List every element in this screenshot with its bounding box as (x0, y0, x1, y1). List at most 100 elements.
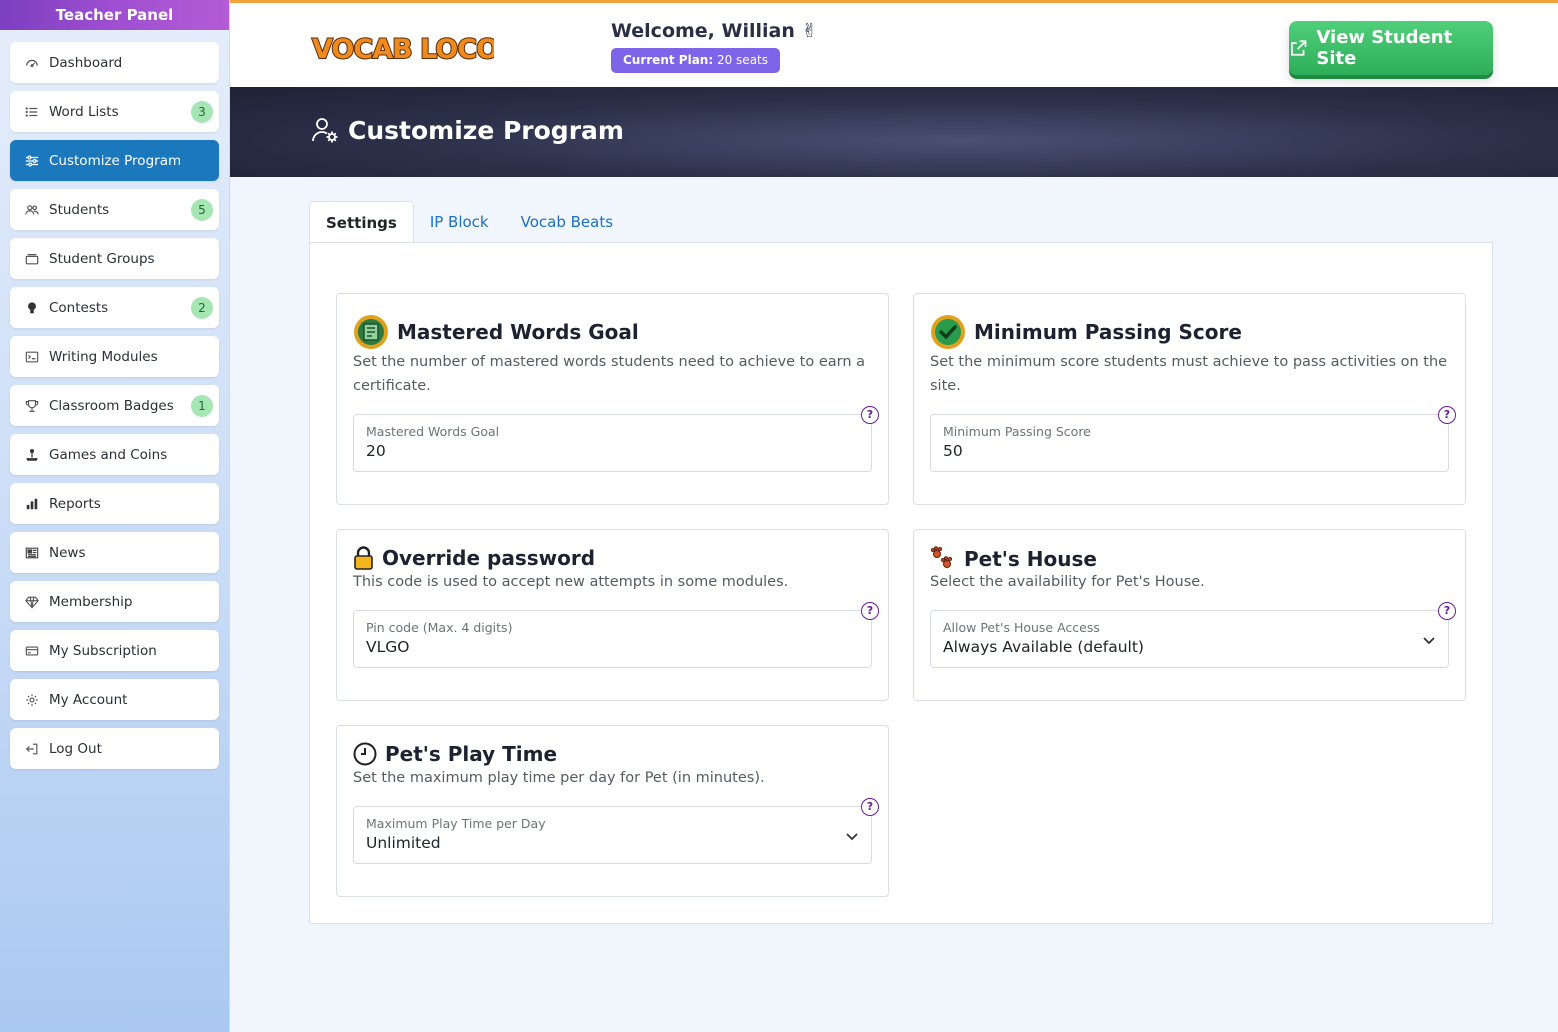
max-play-time-select[interactable]: Maximum Play Time per Day Unlimited ? (353, 798, 879, 864)
sidebar-item-student-groups[interactable]: Student Groups (10, 238, 219, 279)
count-badge: 2 (191, 297, 213, 319)
field-value: VLGO (366, 638, 410, 656)
field-value: Unlimited (366, 834, 441, 852)
sidebar-item-label: My Subscription (49, 642, 157, 659)
plan-value: 20 seats (716, 53, 768, 67)
vocab-loco-logo[interactable]: VOCAB LOCO (310, 29, 500, 66)
list-icon (24, 104, 40, 120)
medal-icon (24, 300, 40, 316)
sidebar-item-label: Student Groups (49, 250, 155, 267)
sidebar-item-classroom-badges[interactable]: Classroom Badges 1 (10, 385, 219, 426)
card-title-text: Override password (382, 546, 596, 570)
page-title-text: Customize Program (348, 115, 624, 145)
sidebar-item-reports[interactable]: Reports (10, 483, 219, 524)
page-title: Customize Program (310, 115, 624, 145)
pin-code-input[interactable]: Pin code (Max. 4 digits) VLGO ? (353, 602, 879, 668)
tab-vocab-beats[interactable]: Vocab Beats (505, 201, 629, 243)
clock-icon (353, 742, 377, 766)
plan-label: Current Plan: (623, 53, 714, 67)
paw-prints-icon (930, 546, 956, 572)
field-label: Pin code (Max. 4 digits) (366, 620, 513, 635)
pets-house-card: Pet's House Select the availability for … (913, 529, 1466, 701)
sidebar: Teacher Panel Dashboard Word Lists 3 Cus… (0, 0, 230, 1032)
help-icon[interactable]: ? (861, 798, 879, 816)
external-link-icon (1291, 40, 1307, 56)
sidebar-item-dashboard[interactable]: Dashboard (10, 42, 219, 83)
override-password-card: Override password This code is used to a… (336, 529, 889, 701)
sidebar-item-label: Classroom Badges (49, 397, 174, 414)
card-description: Set the maximum play time per day for Pe… (353, 770, 765, 786)
sidebar-item-word-lists[interactable]: Word Lists 3 (10, 91, 219, 132)
sidebar-item-my-subscription[interactable]: My Subscription (10, 630, 219, 671)
sidebar-title: Teacher Panel (0, 0, 229, 30)
help-icon[interactable]: ? (1438, 602, 1456, 620)
current-plan-badge: Current Plan: 20 seats (611, 48, 780, 73)
sidebar-item-my-account[interactable]: My Account (10, 679, 219, 720)
sidebar-item-label: My Account (49, 691, 128, 708)
sidebar-item-label: Dashboard (49, 54, 123, 71)
pets-play-time-card: Pet's Play Time Set the maximum play tim… (336, 725, 889, 897)
chevron-down-icon (1423, 637, 1435, 645)
sidebar-item-students[interactable]: Students 5 (10, 189, 219, 230)
top-bar: VOCAB LOCO Welcome, Willian ✌ Current Pl… (230, 0, 1558, 87)
trophy-icon (24, 398, 40, 414)
tab-ip-block[interactable]: IP Block (414, 201, 505, 243)
pets-house-access-select[interactable]: Allow Pet's House Access Always Availabl… (930, 602, 1456, 668)
dashboard-icon (24, 55, 40, 71)
sidebar-item-contests[interactable]: Contests 2 (10, 287, 219, 328)
sidebar-item-label: Contests (49, 299, 109, 316)
field-label: Allow Pet's House Access (943, 620, 1100, 635)
terminal-icon (24, 349, 40, 365)
view-student-site-button[interactable]: View Student Site (1289, 21, 1493, 75)
count-badge: 3 (191, 101, 213, 123)
sidebar-item-writing-modules[interactable]: Writing Modules (10, 336, 219, 377)
field-value: 50 (943, 442, 963, 460)
card-description: Set the number of mastered words student… (353, 354, 866, 394)
sidebar-item-label: Games and Coins (49, 446, 168, 463)
sidebar-item-games-and-coins[interactable]: Games and Coins (10, 434, 219, 475)
newspaper-icon (24, 545, 40, 561)
card-description: Select the availability for Pet's House. (930, 574, 1205, 590)
logo-text: VOCAB LOCO (312, 34, 494, 65)
users-icon (24, 202, 40, 218)
card-title-text: Pet's Play Time (385, 742, 558, 766)
tab-settings[interactable]: Settings (309, 201, 414, 243)
card-title: Mastered Words Goal (353, 314, 639, 350)
sidebar-item-customize-program[interactable]: Customize Program (10, 140, 219, 181)
sidebar-item-label: Students (49, 201, 110, 218)
field-value: 20 (366, 442, 386, 460)
lock-icon (353, 546, 374, 570)
sidebar-item-membership[interactable]: Membership (10, 581, 219, 622)
help-icon[interactable]: ? (861, 406, 879, 424)
card-title-text: Pet's House (964, 547, 1097, 571)
card-description: Set the minimum score students must achi… (930, 354, 1448, 394)
sidebar-item-label: Membership (49, 593, 133, 610)
card-title: Minimum Passing Score (930, 314, 1242, 350)
field-label: Minimum Passing Score (943, 424, 1091, 439)
card-title: Override password (353, 546, 595, 570)
field-value: Always Available (default) (943, 638, 1144, 656)
card-title: Pet's House (930, 546, 1097, 572)
bar-chart-icon (24, 496, 40, 512)
book-medal-icon (353, 314, 389, 350)
sidebar-item-label: Customize Program (49, 152, 182, 169)
help-icon[interactable]: ? (1438, 406, 1456, 424)
page-hero: Customize Program (230, 87, 1558, 177)
field-label: Maximum Play Time per Day (366, 816, 546, 831)
help-icon[interactable]: ? (861, 602, 879, 620)
sidebar-item-label: Writing Modules (49, 348, 158, 365)
card-title-text: Minimum Passing Score (974, 320, 1242, 344)
sidebar-item-label: Log Out (49, 740, 102, 757)
joystick-icon (24, 447, 40, 463)
folder-icon (24, 251, 40, 267)
minimum-passing-score-input[interactable]: Minimum Passing Score 50 ? (930, 406, 1456, 472)
field-label: Mastered Words Goal (366, 424, 500, 439)
sidebar-item-label: Reports (49, 495, 101, 512)
count-badge: 1 (191, 395, 213, 417)
sliders-icon (24, 153, 40, 169)
sidebar-item-log-out[interactable]: Log Out (10, 728, 219, 769)
mastered-words-goal-input[interactable]: Mastered Words Goal 20 ? (353, 406, 879, 472)
sidebar-item-news[interactable]: News (10, 532, 219, 573)
gear-icon (24, 692, 40, 708)
sidebar-item-label: News (49, 544, 86, 561)
